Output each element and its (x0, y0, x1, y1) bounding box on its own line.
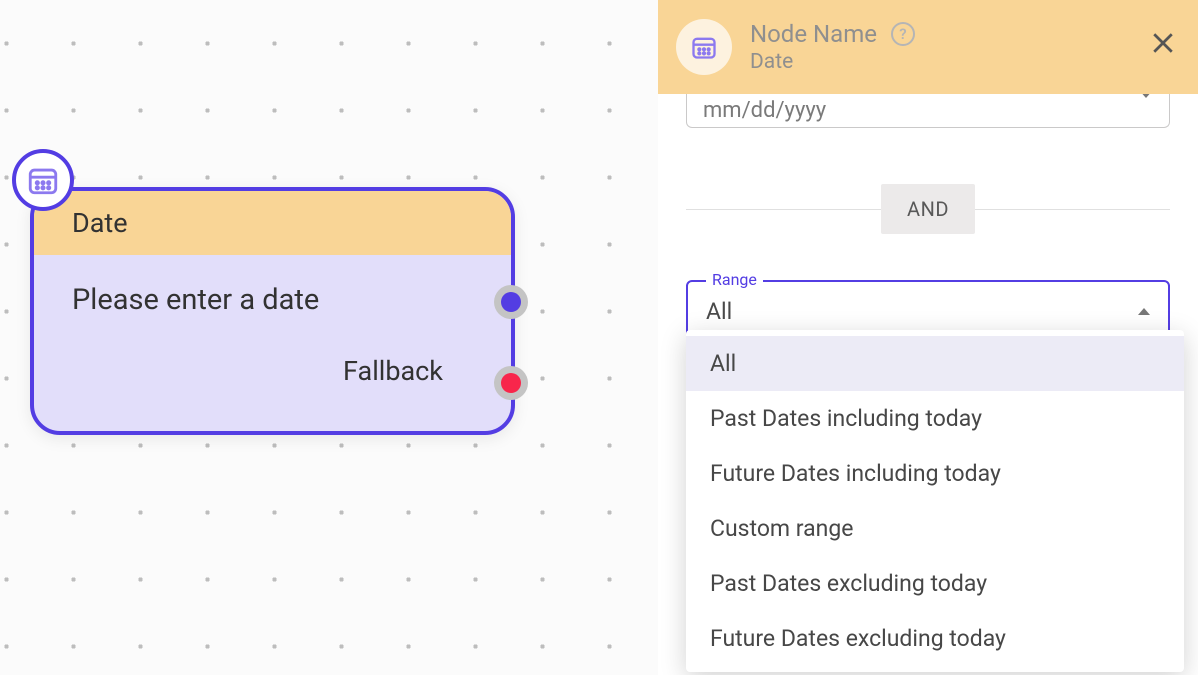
node-fallback-label: Fallback (72, 355, 471, 387)
divider-line (686, 209, 881, 210)
range-option[interactable]: Past Dates excluding today (686, 556, 1184, 611)
port-dot-icon (501, 292, 521, 312)
date-format-value: mm/dd/yyyy (703, 98, 826, 123)
chevron-down-icon (1139, 98, 1153, 123)
connector-badge[interactable]: AND (881, 184, 975, 234)
date-format-select[interactable]: mm/dd/yyyy (686, 94, 1170, 128)
output-port-fallback[interactable] (494, 366, 528, 400)
calendar-icon (690, 33, 718, 61)
panel-icon-badge (676, 19, 732, 75)
node-prompt: Please enter a date (72, 283, 471, 317)
port-dot-icon (501, 373, 521, 393)
help-icon[interactable]: ? (891, 22, 915, 46)
calendar-icon (26, 163, 60, 197)
output-port-main[interactable] (494, 285, 528, 319)
panel-header: Node Name ? Date (658, 0, 1198, 94)
panel-title[interactable]: Node Name (750, 20, 877, 48)
chevron-up-icon (1138, 308, 1150, 315)
node-icon-badge (12, 149, 74, 211)
node-body: Please enter a date Fallback (34, 255, 511, 431)
range-option[interactable]: Future Dates including today (686, 446, 1184, 501)
condition-connector-row: AND (686, 184, 1170, 234)
divider-line (975, 209, 1170, 210)
node-title: Date (34, 191, 511, 255)
range-option[interactable]: Past Dates including today (686, 391, 1184, 446)
close-icon (1148, 28, 1178, 58)
range-selected-value: All (706, 298, 732, 325)
range-option[interactable]: Future Dates excluding today (686, 611, 1184, 666)
range-option[interactable]: Custom range (686, 501, 1184, 556)
date-node[interactable]: Date Please enter a date Fallback (30, 187, 515, 435)
range-field-label: Range (706, 270, 763, 289)
range-dropdown[interactable]: All Past Dates including today Future Da… (686, 330, 1184, 672)
flow-canvas[interactable]: Date Please enter a date Fallback (0, 0, 658, 675)
panel-subtitle: Date (750, 50, 915, 74)
close-button[interactable] (1148, 28, 1178, 62)
range-option[interactable]: All (686, 336, 1184, 391)
